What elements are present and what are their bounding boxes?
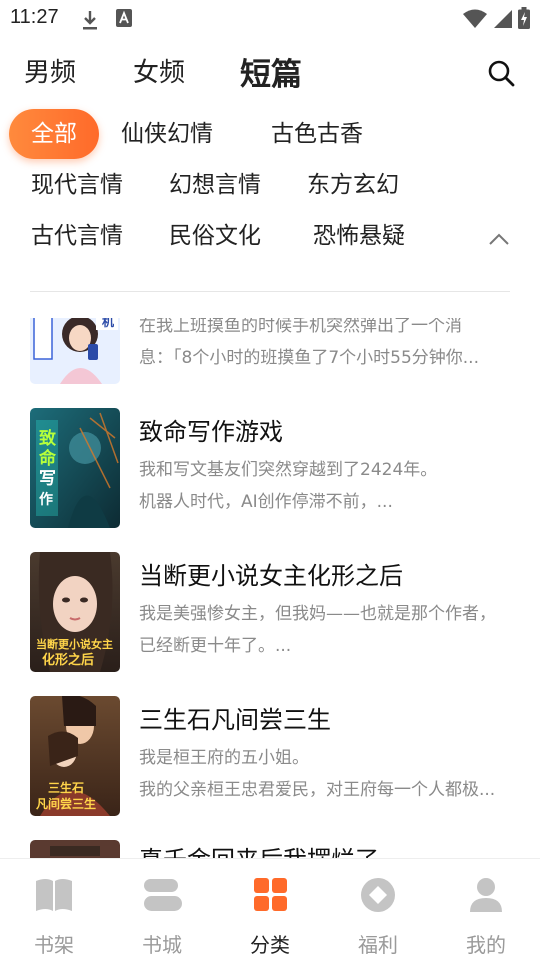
book-item[interactable]: 机 在我上班摸鱼的时候手机突然弹出了一个消 息：「8个小时的班摸鱼了7个小时55… [0, 318, 540, 394]
filter-fantasy-romance[interactable]: 幻想言情 [169, 160, 261, 210]
nav-category[interactable]: 分类 [216, 859, 324, 960]
category-grid-icon [254, 878, 287, 911]
svg-text:当断更小说女主: 当断更小说女主 [36, 637, 113, 651]
book-desc-line1: 我和写文基友们突然穿越到了2424年。 [139, 460, 438, 480]
book-cover [30, 840, 120, 858]
svg-text:机: 机 [102, 318, 114, 329]
svg-text:写: 写 [39, 469, 56, 489]
nav-label: 福利 [358, 933, 398, 957]
book-cover: 机 [30, 318, 120, 384]
book-cover: 致 命 写 作 [30, 408, 120, 528]
book-title[interactable]: 三生石凡间尝三生 [139, 700, 331, 735]
svg-text:凡间尝三生: 凡间尝三生 [36, 796, 96, 811]
search-icon[interactable] [486, 58, 516, 88]
nav-profile[interactable]: 我的 [432, 859, 540, 960]
chevron-up-icon[interactable] [486, 229, 512, 249]
book-cover: 三生石 凡间尝三生 [30, 696, 120, 816]
book-list[interactable]: 机 在我上班摸鱼的时候手机突然弹出了一个消 息：「8个小时的班摸鱼了7个小时55… [0, 318, 540, 858]
nav-label: 书城 [142, 933, 182, 957]
svg-text:作: 作 [39, 491, 53, 508]
status-time: 11:27 [10, 6, 59, 28]
nav-label: 分类 [250, 933, 290, 957]
profile-icon [470, 878, 502, 912]
filter-ancient-style[interactable]: 古色古香 [271, 109, 363, 159]
book-desc-line2: 息：「8个小时的班摸鱼了7个小时55分钟你... [139, 348, 479, 368]
book-desc-line2: 机器人时代，AI创作停滞不前，... [139, 492, 393, 512]
book-title[interactable]: 致命写作游戏 [139, 412, 283, 447]
book-open-icon [36, 879, 72, 911]
filter-all[interactable]: 全部 [9, 109, 99, 159]
filter-horror-suspense[interactable]: 恐怖悬疑 [313, 211, 405, 261]
battery-charging-icon [518, 7, 530, 29]
bottom-nav: 书架 书城 分类 福利 我的 [0, 858, 540, 960]
book-cover: 当断更小说女主 化形之后 [30, 552, 120, 672]
status-bar: 11:27 [0, 0, 540, 38]
svg-text:三生石: 三生石 [48, 780, 84, 795]
svg-text:化形之后: 化形之后 [42, 652, 94, 668]
filter-folk-culture[interactable]: 民俗文化 [169, 211, 261, 261]
wifi-icon [463, 9, 487, 28]
nav-welfare[interactable]: 福利 [324, 859, 432, 960]
book-desc-line2: 已经断更十年了。... [139, 636, 292, 656]
download-icon [83, 11, 97, 30]
book-desc-line1: 在我上班摸鱼的时候手机突然弹出了一个消 [139, 318, 462, 336]
tab-male[interactable]: 男频 [24, 52, 76, 89]
filter-eastern-fantasy[interactable]: 东方玄幻 [307, 160, 399, 210]
book-desc-line2: 我的父亲桓王忠君爱民，对王府每一个人都极... [139, 780, 496, 800]
divider [30, 291, 510, 292]
tab-female[interactable]: 女频 [133, 52, 185, 89]
tab-short-stories[interactable]: 短篇 [240, 49, 302, 94]
book-title[interactable]: 当断更小说女主化形之后 [139, 556, 403, 591]
nav-label: 我的 [466, 933, 506, 957]
svg-text:命: 命 [38, 448, 57, 469]
top-tab-bar: 男频 女频 短篇 [0, 49, 540, 94]
book-title[interactable]: 真千金回来后我摆烂了 [139, 840, 379, 858]
filter-ancient-romance[interactable]: 古代言情 [31, 211, 123, 261]
book-desc-line1: 我是桓王府的五小姐。 [139, 748, 309, 768]
bookstore-icon [144, 879, 182, 911]
book-item[interactable]: 真千金回来后我摆烂了 [0, 840, 540, 858]
book-item[interactable]: 三生石 凡间尝三生 三生石凡间尝三生 我是桓王府的五小姐。 我的父亲桓王忠君爱民… [0, 696, 540, 826]
filter-modern-romance[interactable]: 现代言情 [31, 160, 123, 210]
signal-icon [494, 10, 512, 28]
nav-label: 书架 [34, 933, 74, 957]
nav-bookstore[interactable]: 书城 [108, 859, 216, 960]
welfare-diamond-icon [361, 878, 395, 912]
svg-text:致: 致 [39, 428, 57, 449]
book-desc-line1: 我是美强惨女主，但我妈——也就是那个作者， [139, 604, 496, 624]
nav-bookshelf[interactable]: 书架 [0, 859, 108, 960]
notification-a-icon [116, 9, 132, 27]
book-item[interactable]: 当断更小说女主 化形之后 当断更小说女主化形之后 我是美强惨女主，但我妈——也就… [0, 552, 540, 682]
book-item[interactable]: 致 命 写 作 致命写作游戏 我和写文基友们突然穿越到了2424年。 机器人时代… [0, 408, 540, 538]
filter-xianxia[interactable]: 仙侠幻情 [121, 109, 213, 159]
